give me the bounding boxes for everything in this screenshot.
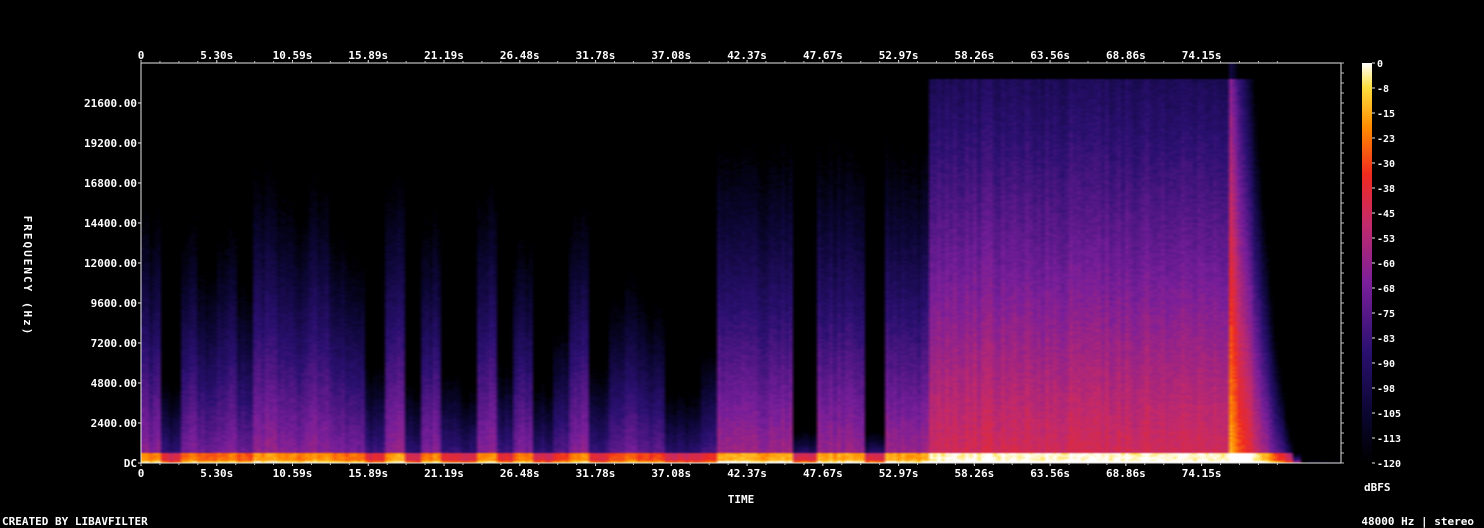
colorbar-tick-label: -38 [1377,184,1395,195]
y-tick-label: 21600.00 [84,97,137,110]
colorbar-label: dBFS [1364,481,1391,494]
y-axis-label: FREQUENCY (Hz) [21,216,34,337]
x-tick-label-bottom: 37.08s [651,467,691,480]
y-axis-right-ticks [1341,62,1344,464]
colorbar-tick-label: -83 [1377,334,1395,345]
colorbar-tick-label: -90 [1377,359,1395,370]
colorbar-tick-label: -98 [1377,384,1395,395]
colorbar-tick-label: -68 [1377,284,1395,295]
y-tick-label: 9600.00 [91,297,137,310]
colorbar-tick-label: -15 [1377,109,1395,120]
colorbar-tick-label: -45 [1377,209,1395,220]
x-tick-label-bottom: 15.89s [348,467,388,480]
x-tick-label-bottom: 58.26s [954,467,994,480]
spectrogram-plot [141,63,1341,463]
x-tick-label-bottom: 63.56s [1030,467,1070,480]
x-tick-label-bottom: 26.48s [500,467,540,480]
colorbar-tick-label: -120 [1377,459,1401,470]
x-axis-label: TIME [728,493,755,506]
x-tick-label-bottom: 68.86s [1106,467,1146,480]
y-tick-label: 14400.00 [84,217,137,230]
colorbar-tick-label: -75 [1377,309,1395,320]
x-tick-label-bottom: 47.67s [803,467,843,480]
spectrogram-image [141,63,1341,463]
x-tick-label-bottom: 74.15s [1182,467,1222,480]
colorbar [1362,63,1372,463]
y-tick-label: 19200.00 [84,137,137,150]
y-tick-label: 12000.00 [84,257,137,270]
y-tick-label: 7200.00 [91,337,137,350]
x-tick-label-bottom: 42.37s [727,467,767,480]
spectrogram-chart: 0 5.30s 10.59s 15.89s 21.19s 26.48s 31.78s 37.0… [0,0,1484,528]
x-tick-label-bottom: 10.59s [273,467,313,480]
colorbar-tick-label: 0 [1377,59,1383,70]
colorbar-tick-label: -113 [1377,434,1401,445]
x-tick-label-bottom: 0 [138,467,145,480]
colorbar-tick-label: -23 [1377,134,1395,145]
y-tick-label: 2400.00 [91,417,137,430]
colorbar-tick-label: -30 [1377,159,1395,170]
footer-credit: CREATED BY LIBAVFILTER [2,515,148,528]
colorbar-tick-label: -8 [1377,84,1389,95]
footer-format: 48000 Hz | stereo [1361,515,1474,528]
colorbar-tick-label: -105 [1377,409,1401,420]
y-tick-label: DC [124,457,137,470]
colorbar-tick-label: -60 [1377,259,1395,270]
x-tick-label-bottom: 31.78s [576,467,616,480]
x-tick-label-bottom: 21.19s [424,467,464,480]
x-tick-label-bottom: 52.97s [879,467,919,480]
y-tick-label: 4800.00 [91,377,137,390]
x-tick-label-bottom: 5.30s [200,467,233,480]
colorbar-tick-label: -53 [1377,234,1395,245]
y-tick-label: 16800.00 [84,177,137,190]
